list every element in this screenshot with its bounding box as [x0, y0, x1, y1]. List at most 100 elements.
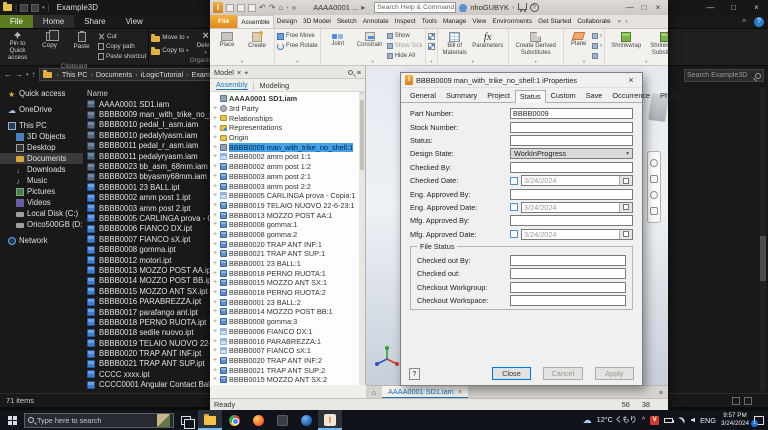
apply-button[interactable]: Apply [595, 367, 634, 380]
inventor-maximize-button[interactable]: □ [637, 0, 651, 15]
mfg-approved-date-picker-icon[interactable] [619, 230, 632, 239]
inventor-tab[interactable]: Sketch [334, 15, 360, 28]
ucs-button[interactable]: ▾ [592, 42, 603, 50]
copy-path-button[interactable]: Copy path [98, 42, 146, 50]
checked-out-input[interactable] [510, 268, 626, 279]
inventor-tab[interactable]: Environments [489, 15, 535, 28]
tree-node[interactable]: BBBB0018 PERNO RUOTA:2 [213, 288, 365, 298]
undo-icon[interactable]: ↶ [259, 0, 266, 15]
tree-node[interactable]: BBBB0020 TRAP ANT INF:2 [213, 356, 365, 366]
shrinkwrap-substitute-button[interactable]: Shrinkwrap Substitute [645, 30, 668, 64]
cut-button[interactable]: Cut [98, 32, 146, 40]
sidebar-item[interactable]: Orico500GB (D:) [0, 219, 83, 230]
hide-all-button[interactable]: Hide All [387, 52, 423, 60]
inventor-close-button[interactable]: × [651, 0, 665, 15]
taskbar-blue-app-button[interactable] [294, 410, 318, 430]
inventor-tab[interactable]: Annotate [360, 15, 392, 28]
breadcrumb-item[interactable]: iLogicTutorial [132, 70, 183, 79]
design-state-select[interactable]: WorkInProgress ▾ [510, 148, 633, 159]
cancel-button[interactable]: Cancel [543, 367, 582, 380]
qat-overflow-icon[interactable]: » [292, 0, 296, 15]
tree-node[interactable]: BBBB0015 MOZZO ANT SX:2 [213, 375, 365, 385]
details-view-icon[interactable] [732, 397, 740, 405]
checkout-workspace-input[interactable] [510, 295, 626, 306]
plane-button[interactable]: Plane [566, 30, 592, 64]
tree-node[interactable]: BBBB0005 CARLINGA prova - Copia:1 [213, 191, 365, 201]
document-tab-menu-icon[interactable]: ≡ [659, 388, 668, 397]
tree-node[interactable]: BBBB0014 MOZZO POST BB:1 [213, 307, 365, 317]
status-input[interactable] [510, 135, 633, 146]
dialog-tab[interactable]: Status [515, 90, 546, 103]
move-to-button[interactable]: Move to ▾ [151, 32, 189, 43]
signed-in-user[interactable]: nhoGUBYK [470, 3, 509, 12]
browser-tab-model[interactable]: Model [214, 68, 234, 77]
mfg-approved-date-checkbox[interactable] [510, 230, 518, 238]
tree-node[interactable]: BBBB0021 TRAP ANT SUP:2 [213, 365, 365, 375]
dialog-close-button[interactable]: × [624, 75, 638, 85]
ribbon-collapse-icon[interactable]: ^ [742, 18, 746, 27]
inventor-tab[interactable]: Assemble [237, 15, 274, 28]
taskbar-chrome-button[interactable] [222, 410, 246, 430]
tree-node[interactable]: BBBB0021 TRAP ANT SUP:1 [213, 249, 365, 259]
shrinkwrap-button[interactable]: Shrinkwrap [607, 30, 645, 64]
qat-new-icon[interactable] [226, 4, 234, 12]
language-indicator[interactable]: ENG [700, 416, 716, 425]
taskbar-firefox-button[interactable] [246, 410, 270, 430]
explorer-tab[interactable]: View [116, 15, 153, 28]
inventor-tab[interactable]: Manage [440, 15, 470, 28]
tree-node[interactable]: BBBB0002 amm post 1:2 [213, 162, 365, 172]
explorer-tab[interactable]: Share [74, 15, 115, 28]
sidebar-item[interactable]: OneDrive [0, 104, 83, 115]
browser-add-tab-icon[interactable]: + [244, 68, 248, 77]
checked-date-input[interactable]: 3/24/2024 [521, 175, 633, 186]
ribbon-display-chevron-icon[interactable]: ▾ [625, 19, 628, 25]
antivirus-tray-icon[interactable] [650, 416, 659, 425]
redo-icon[interactable]: ↷ [269, 0, 276, 15]
dialog-tab[interactable]: Save [581, 89, 608, 102]
dialog-tab[interactable]: Summary [441, 89, 482, 102]
tree-node[interactable]: BBBB0001 23 BALL:2 [213, 297, 365, 307]
tree-node[interactable]: BBBB0016 PARABREZZA:1 [213, 336, 365, 346]
sidebar-item[interactable]: Local Disk (C:) [0, 208, 83, 219]
sidebar-item[interactable]: Documents [0, 153, 83, 164]
user-avatar-icon[interactable] [459, 4, 467, 12]
parameters-button[interactable]: Parameters [470, 30, 506, 64]
constrain-button[interactable]: Constrain [353, 30, 387, 64]
volume-icon[interactable] [691, 418, 695, 423]
help-search-input[interactable]: Search Help & Commands... [374, 2, 456, 13]
tree-node[interactable]: AAAA0001 SD1.iam [213, 94, 365, 104]
place-button[interactable]: Place [212, 30, 242, 64]
weather-cloud-icon[interactable]: ☁ [583, 415, 592, 426]
mfg-approved-by-input[interactable] [510, 215, 633, 226]
create-button[interactable]: Create [242, 30, 272, 64]
qat-save-icon[interactable] [248, 4, 256, 12]
dof-toggle-1[interactable] [428, 32, 435, 40]
action-center-icon[interactable]: 1 [754, 416, 764, 425]
dialog-tab[interactable]: Physical [655, 89, 692, 102]
tree-node[interactable]: BBBB0006 FIANCO DX:1 [213, 327, 365, 337]
browser-scrollbar[interactable]: ^ [359, 92, 365, 385]
tree-node[interactable]: BBBB0001 23 BALL:1 [213, 259, 365, 269]
checked-date-checkbox[interactable] [510, 177, 518, 185]
part-number-input[interactable] [510, 108, 633, 119]
inventor-help-icon[interactable]: ? [530, 3, 539, 12]
sidebar-item[interactable]: Pictures [0, 186, 83, 197]
dialog-tab[interactable]: Occurrence [607, 89, 655, 102]
sidebar-item[interactable]: Videos [0, 197, 83, 208]
zoom-icon[interactable] [650, 191, 658, 199]
checked-out-by-input[interactable] [510, 255, 626, 266]
qat-new-folder-icon[interactable] [31, 4, 39, 12]
taskbar-inventor-button[interactable] [318, 410, 342, 430]
point-button[interactable]: ▾ [592, 32, 603, 40]
explorer-tab[interactable]: File [0, 15, 33, 28]
sidebar-item[interactable]: This PC [0, 120, 83, 131]
tree-node[interactable]: Representations [213, 123, 365, 133]
inventor-tab[interactable]: Tools [419, 15, 440, 28]
dialog-tab[interactable]: Project [482, 89, 515, 102]
dof-toggle-2[interactable] [428, 42, 435, 50]
document-tab[interactable]: AAAA0001 SD1.iam × [382, 386, 468, 399]
tree-node[interactable]: BBBB0003 amm post 2:1 [213, 172, 365, 182]
orbit-icon[interactable] [650, 207, 658, 215]
inventor-tab[interactable]: View [469, 15, 489, 28]
tree-node[interactable]: BBBB0009 man_with_trike_no_shell:1 [213, 142, 365, 152]
